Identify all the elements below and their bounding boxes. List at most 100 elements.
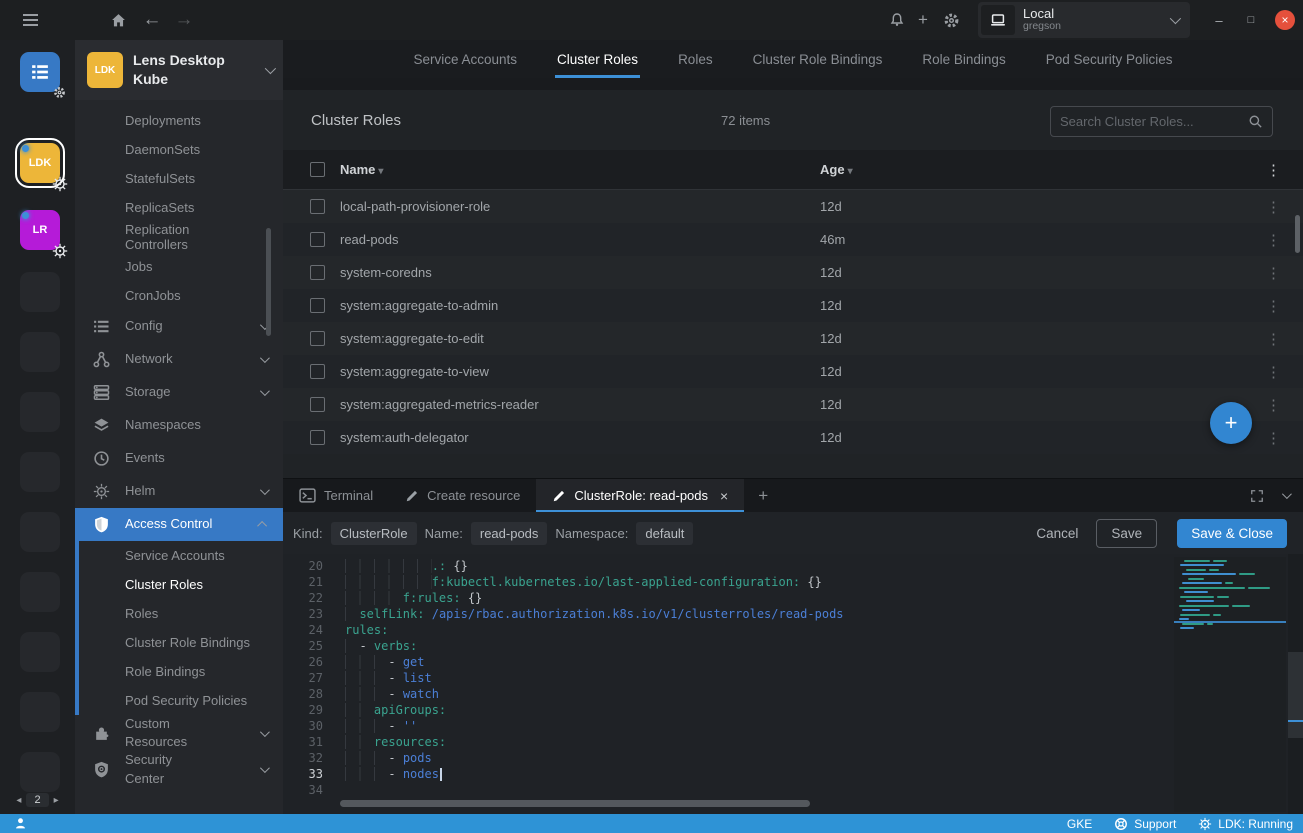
home-icon[interactable] [104, 0, 132, 40]
editor-hscrollbar[interactable] [340, 800, 810, 807]
table-row[interactable]: read-pods46m⋮ [283, 223, 1303, 256]
editor-vscrollbar-thumb[interactable] [1288, 652, 1303, 738]
line-code: rules: [345, 622, 388, 638]
column-age[interactable]: Age▾ [820, 162, 1200, 177]
dock-tab-clusterrole-read-pods[interactable]: ClusterRole: read-pods× [536, 479, 744, 512]
row-menu-icon[interactable]: ⋮ [1266, 363, 1281, 381]
editor-vscrollbar[interactable] [1288, 554, 1303, 815]
search-input[interactable] [1060, 114, 1248, 129]
statusbar-support[interactable]: Support [1114, 817, 1176, 831]
sidebar-item-cluster-role-bindings[interactable]: Cluster Role Bindings [75, 628, 283, 657]
statusbar-cluster-status[interactable]: LDK: Running [1198, 817, 1293, 831]
back-icon[interactable]: ← [138, 0, 166, 40]
table-row[interactable]: system:aggregate-to-view12d⋮ [283, 355, 1303, 388]
table-row[interactable]: system:aggregated-metrics-reader12d⋮ [283, 388, 1303, 421]
tab-cluster-role-bindings[interactable]: Cluster Role Bindings [751, 40, 885, 78]
cancel-button[interactable]: Cancel [1036, 526, 1078, 541]
page-prev-icon[interactable]: ◂ [16, 795, 21, 806]
sidebar-item-access-control[interactable]: Access Control [75, 508, 283, 541]
sidebar-item-custom-resources[interactable]: Custom Resources [75, 715, 283, 751]
sidebar-item-replicasets[interactable]: ReplicaSets [75, 193, 283, 222]
forward-icon[interactable]: → [170, 0, 198, 40]
column-name[interactable]: Name▾ [340, 162, 820, 177]
row-checkbox[interactable] [310, 232, 325, 247]
sidebar-item-roles[interactable]: Roles [75, 599, 283, 628]
cluster-item-ldk[interactable]: LDK [20, 143, 60, 183]
sidebar-item-cluster-roles[interactable]: Cluster Roles [75, 570, 283, 599]
sidebar-item-statefulsets[interactable]: StatefulSets [75, 164, 283, 193]
notifications-bell-icon[interactable] [884, 0, 910, 40]
table-row[interactable]: system-coredns12d⋮ [283, 256, 1303, 289]
row-menu-icon[interactable]: ⋮ [1266, 396, 1281, 414]
save-close-button[interactable]: Save & Close [1177, 519, 1287, 548]
row-checkbox[interactable] [310, 364, 325, 379]
sidebar-item-namespaces[interactable]: Namespaces [75, 409, 283, 442]
table-menu-icon[interactable]: ⋮ [1266, 161, 1281, 179]
row-menu-icon[interactable]: ⋮ [1266, 198, 1281, 216]
sidebar-item-config[interactable]: Config [75, 310, 283, 343]
table-scrollbar[interactable] [1295, 215, 1300, 253]
sidebar-item-pod-security-policies[interactable]: Pod Security Policies [75, 686, 283, 715]
editor-minimap[interactable] [1174, 557, 1286, 812]
table-row[interactable]: system:auth-delegator12d⋮ [283, 421, 1303, 454]
tab-cluster-roles[interactable]: Cluster Roles [555, 40, 640, 78]
row-checkbox[interactable] [310, 397, 325, 412]
row-menu-icon[interactable]: ⋮ [1266, 330, 1281, 348]
add-icon[interactable]: + [910, 0, 936, 40]
sidebar-item-deployments[interactable]: Deployments [75, 106, 283, 135]
close-button[interactable]: × [1275, 10, 1295, 30]
cluster-item-lr[interactable]: LR [20, 210, 60, 250]
row-checkbox[interactable] [310, 199, 325, 214]
sidebar-item-service-accounts[interactable]: Service Accounts [75, 541, 283, 570]
row-checkbox[interactable] [310, 430, 325, 445]
sidebar-item-helm[interactable]: Helm [75, 475, 283, 508]
maximize-button[interactable]: □ [1238, 0, 1264, 40]
cluster-menu-header[interactable]: LDK Lens Desktop Kube [75, 40, 283, 100]
sidebar-item-cronjobs[interactable]: CronJobs [75, 281, 283, 310]
add-resource-fab[interactable]: + [1210, 402, 1252, 444]
table-row[interactable]: local-path-provisioner-role12d⋮ [283, 190, 1303, 223]
row-menu-icon[interactable]: ⋮ [1266, 429, 1281, 447]
save-button[interactable]: Save [1096, 519, 1157, 548]
sidebar-item-network[interactable]: Network [75, 343, 283, 376]
status-dot [22, 212, 29, 219]
sidebar-item-security-center[interactable]: Security Center [75, 751, 283, 787]
sidebar-item-replication-controllers[interactable]: Replication Controllers [75, 222, 283, 252]
row-menu-icon[interactable]: ⋮ [1266, 264, 1281, 282]
catalog-button[interactable] [20, 52, 60, 92]
tab-roles[interactable]: Roles [676, 40, 715, 78]
sidebar-item-role-bindings[interactable]: Role Bindings [75, 657, 283, 686]
cluster-switcher[interactable]: Local gregson [978, 2, 1190, 38]
sidebar-scrollbar[interactable] [266, 228, 271, 336]
minimize-button[interactable]: – [1206, 0, 1232, 40]
row-checkbox[interactable] [310, 298, 325, 313]
row-checkbox[interactable] [310, 265, 325, 280]
select-all-checkbox[interactable] [310, 162, 325, 177]
search-icon[interactable] [1248, 114, 1263, 129]
yaml-editor[interactable]: 20 .: {}21 f:kubectl.kubernetes.io/last-… [283, 554, 1303, 815]
sidebar-item-events[interactable]: Events [75, 442, 283, 475]
tab-service-accounts[interactable]: Service Accounts [411, 40, 519, 78]
dock-tab-terminal[interactable]: Terminal [283, 479, 389, 512]
dock-tab-create-resource[interactable]: Create resource [389, 479, 536, 512]
user-icon[interactable] [14, 817, 27, 830]
close-tab-icon[interactable]: × [720, 488, 728, 504]
chevron-down-icon[interactable] [1282, 489, 1292, 499]
table-row[interactable]: system:aggregate-to-edit12d⋮ [283, 322, 1303, 355]
tab-role-bindings[interactable]: Role Bindings [920, 40, 1007, 78]
statusbar-gke[interactable]: GKE [1067, 817, 1092, 831]
settings-gear-icon[interactable] [938, 0, 964, 40]
tab-pod-security-policies[interactable]: Pod Security Policies [1044, 40, 1175, 78]
expand-icon[interactable] [1250, 489, 1264, 503]
row-checkbox[interactable] [310, 331, 325, 346]
row-menu-icon[interactable]: ⋮ [1266, 231, 1281, 249]
sidebar-item-daemonsets[interactable]: DaemonSets [75, 135, 283, 164]
row-menu-icon[interactable]: ⋮ [1266, 297, 1281, 315]
new-dock-tab-button[interactable]: + [744, 479, 782, 512]
table-row[interactable]: system:aggregate-to-admin12d⋮ [283, 289, 1303, 322]
page-number[interactable]: 2 [26, 793, 48, 807]
menu-icon[interactable] [14, 0, 46, 40]
sidebar-item-storage[interactable]: Storage [75, 376, 283, 409]
sidebar-item-jobs[interactable]: Jobs [75, 252, 283, 281]
page-next-icon[interactable]: ▸ [54, 795, 59, 806]
